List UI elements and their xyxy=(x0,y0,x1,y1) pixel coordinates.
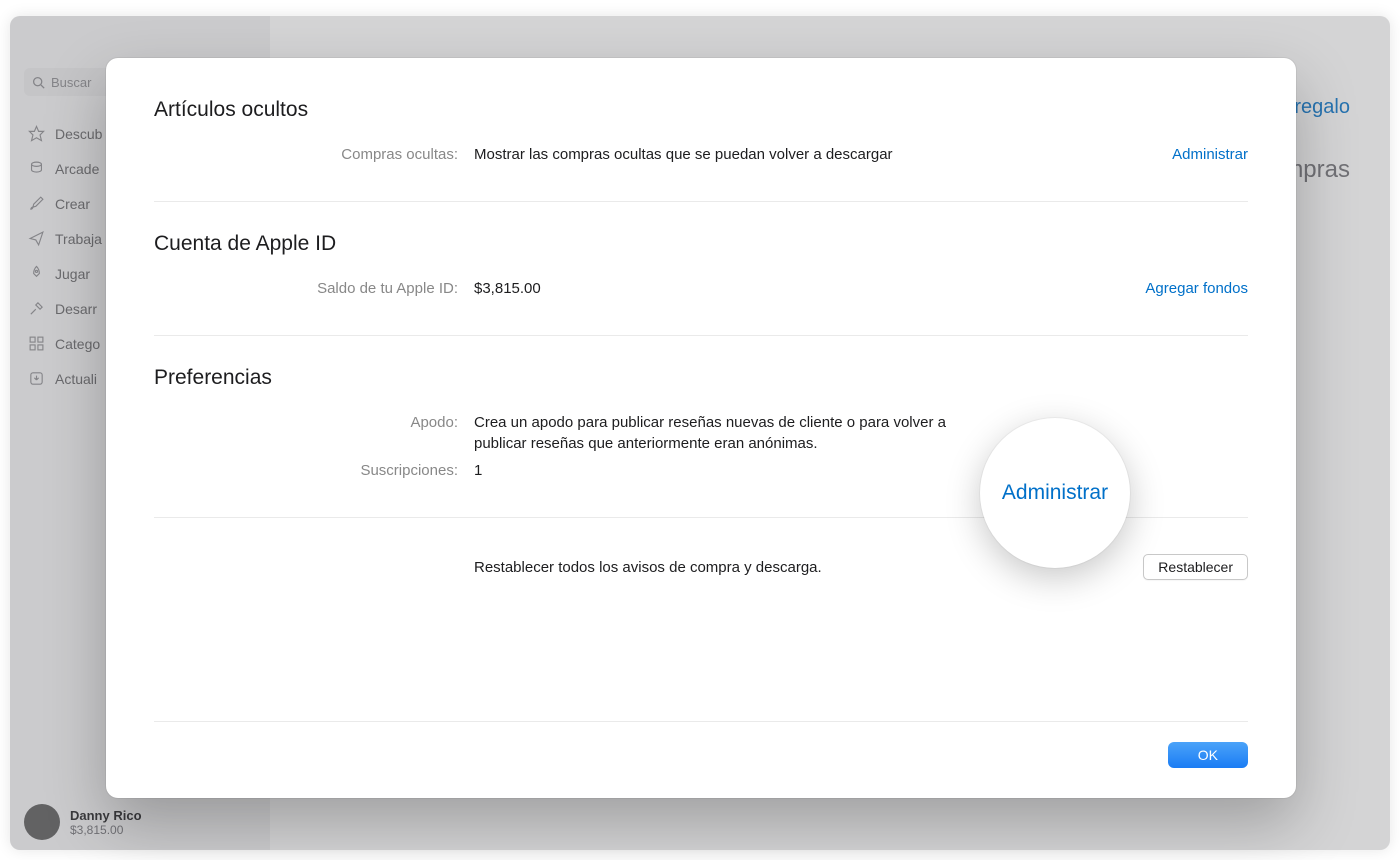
send-icon xyxy=(28,230,45,247)
manage-hidden-purchases-link[interactable]: Administrar xyxy=(1172,144,1248,163)
hammer-icon xyxy=(28,300,45,317)
user-balance: $3,815.00 xyxy=(70,823,142,837)
hidden-purchases-row: Compras ocultas: Mostrar las compras ocu… xyxy=(154,144,1248,165)
user-info: Danny Rico $3,815.00 xyxy=(70,808,142,837)
sidebar-item-label: Trabaja xyxy=(55,231,102,247)
star-icon xyxy=(28,125,45,142)
subscriptions-value: 1 xyxy=(474,460,1248,481)
hidden-purchases-label: Compras ocultas: xyxy=(154,144,474,163)
subscriptions-label: Suscripciones: xyxy=(154,460,474,479)
user-profile[interactable]: Danny Rico $3,815.00 xyxy=(24,804,142,840)
avatar xyxy=(24,804,60,840)
search-icon xyxy=(32,76,45,89)
reset-button[interactable]: Restablecer xyxy=(1143,554,1248,580)
gift-link[interactable]: regalo xyxy=(1294,96,1350,119)
apple-id-balance-label: Saldo de tu Apple ID: xyxy=(154,278,474,297)
grid-icon xyxy=(28,335,45,352)
user-name: Danny Rico xyxy=(70,808,142,823)
sidebar-item-label: Jugar xyxy=(55,266,90,282)
rocket-icon xyxy=(28,265,45,282)
sidebar-item-label: Crear xyxy=(55,196,90,212)
arcade-icon xyxy=(28,160,45,177)
nickname-label: Apodo: xyxy=(154,412,474,431)
reset-spacer xyxy=(154,566,474,568)
sidebar-item-label: Actuali xyxy=(55,371,97,387)
sidebar-item-label: Catego xyxy=(55,336,100,352)
nickname-description: Crea un apodo para publicar reseñas nuev… xyxy=(474,412,984,454)
add-funds-link[interactable]: Agregar fondos xyxy=(1145,278,1248,297)
hidden-items-section: Artículos ocultos Compras ocultas: Mostr… xyxy=(154,98,1248,201)
apple-id-title: Cuenta de Apple ID xyxy=(154,232,1248,256)
apple-id-section: Cuenta de Apple ID Saldo de tu Apple ID:… xyxy=(154,201,1248,335)
app-root: Buscar Descub Arcade Crear Trabaja xyxy=(0,0,1400,860)
manage-subscriptions-highlight[interactable]: Administrar xyxy=(980,418,1130,568)
preferences-title: Preferencias xyxy=(154,366,1248,390)
sidebar-item-label: Descub xyxy=(55,126,102,142)
apple-id-balance-row: Saldo de tu Apple ID: $3,815.00 Agregar … xyxy=(154,278,1248,299)
hidden-items-title: Artículos ocultos xyxy=(154,98,1248,122)
brush-icon xyxy=(28,195,45,212)
download-icon xyxy=(28,370,45,387)
ok-button[interactable]: OK xyxy=(1168,742,1248,768)
hidden-purchases-description: Mostrar las compras ocultas que se pueda… xyxy=(474,144,1172,165)
sidebar-item-label: Arcade xyxy=(55,161,99,177)
manage-subscriptions-link[interactable]: Administrar xyxy=(1002,481,1108,505)
sidebar-item-label: Desarr xyxy=(55,301,97,317)
search-placeholder: Buscar xyxy=(51,75,91,90)
modal-footer: OK xyxy=(154,721,1248,768)
account-settings-modal: Artículos ocultos Compras ocultas: Mostr… xyxy=(106,58,1296,798)
apple-id-balance-value: $3,815.00 xyxy=(474,278,1145,299)
